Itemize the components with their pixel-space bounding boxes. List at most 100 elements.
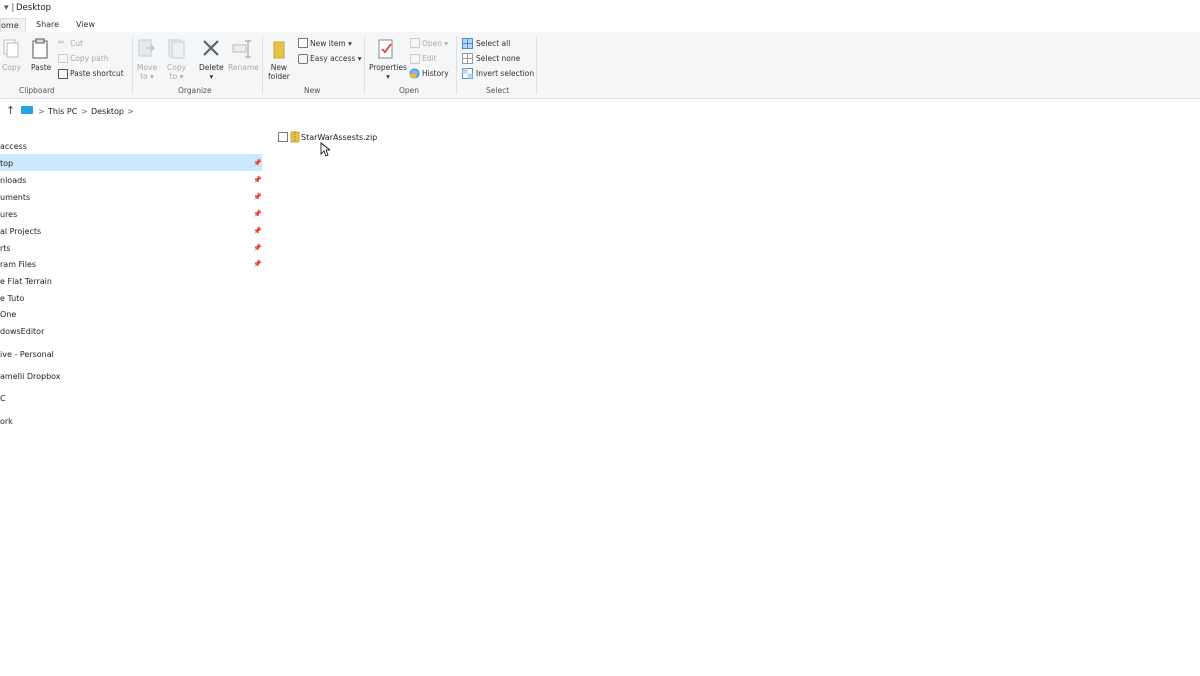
edit-icon bbox=[410, 54, 420, 64]
delete-button[interactable]: Delete ▾ bbox=[199, 63, 224, 81]
open-icon bbox=[410, 38, 420, 48]
select-all-icon bbox=[462, 38, 473, 49]
edit-button[interactable]: Edit bbox=[422, 54, 437, 63]
copy-to-icon bbox=[168, 39, 185, 59]
invert-selection-button[interactable]: Invert selection bbox=[476, 69, 534, 78]
nav-item-one[interactable]: One bbox=[0, 310, 16, 319]
up-arrow-icon[interactable]: ↑ bbox=[6, 104, 15, 117]
copy-path-button[interactable]: Copy path bbox=[70, 54, 108, 63]
group-label-select: Select bbox=[486, 86, 510, 95]
zip-folder-icon bbox=[290, 131, 300, 143]
paste-shortcut-button[interactable]: Paste shortcut bbox=[70, 69, 124, 78]
pin-icon[interactable]: 📌 bbox=[253, 227, 262, 235]
pin-icon[interactable]: 📌 bbox=[253, 260, 262, 268]
tab-home[interactable]: ome bbox=[0, 18, 26, 32]
easy-access-icon bbox=[298, 54, 308, 64]
nav-item-documents[interactable]: uments bbox=[0, 193, 30, 202]
open-label: Open bbox=[422, 39, 443, 48]
copy-to-label-2: to bbox=[169, 72, 178, 81]
this-pc-icon bbox=[21, 106, 33, 114]
rename-button[interactable]: Rename bbox=[228, 63, 259, 72]
title-bar: ▾ | Desktop bbox=[0, 0, 1200, 16]
select-none-button[interactable]: Select none bbox=[476, 54, 520, 63]
nav-item-flat-terrain[interactable]: e Flat Terrain bbox=[0, 277, 52, 286]
breadcrumb-desktop[interactable]: Desktop bbox=[91, 107, 124, 116]
nav-item-pictures[interactable]: ures bbox=[0, 210, 17, 219]
cut-icon: ✂ bbox=[58, 38, 65, 47]
nav-item-network[interactable]: ork bbox=[0, 417, 13, 426]
properties-button[interactable]: Properties ▾ bbox=[369, 63, 407, 81]
group-divider bbox=[536, 36, 537, 94]
breadcrumb-this-pc[interactable]: This PC bbox=[48, 107, 77, 116]
delete-icon bbox=[203, 40, 219, 56]
pin-icon[interactable]: 📌 bbox=[253, 159, 262, 167]
new-item-label: New item bbox=[310, 39, 346, 48]
nav-item-program-files[interactable]: ram Files bbox=[0, 260, 36, 269]
group-label-clipboard: Clipboard bbox=[19, 86, 55, 95]
copy-path-icon bbox=[58, 54, 68, 63]
invert-selection-icon bbox=[462, 68, 473, 79]
pin-icon[interactable]: 📌 bbox=[253, 244, 262, 252]
window-title: Desktop bbox=[16, 3, 52, 13]
nav-item-this-pc[interactable]: C bbox=[0, 394, 6, 403]
paste-shortcut-icon bbox=[58, 69, 68, 79]
paste-button[interactable]: Paste bbox=[31, 63, 51, 72]
group-divider bbox=[132, 36, 133, 94]
copy-to-button[interactable]: Copy to ▾ bbox=[167, 63, 186, 81]
tab-view[interactable]: View bbox=[76, 18, 95, 31]
nav-item-windows-editor[interactable]: dowsEditor bbox=[0, 327, 44, 336]
breadcrumb-chevron[interactable]: > bbox=[127, 107, 134, 116]
new-item-button[interactable]: New item ▾ bbox=[310, 39, 352, 48]
breadcrumb-chevron[interactable]: > bbox=[81, 107, 88, 116]
history-button[interactable]: History bbox=[422, 69, 449, 78]
copy-icon bbox=[3, 39, 19, 58]
pin-icon[interactable]: 📌 bbox=[253, 176, 262, 184]
new-folder-button[interactable]: New folder bbox=[268, 63, 290, 81]
easy-access-button[interactable]: Easy access ▾ bbox=[310, 54, 362, 63]
nav-item-projects[interactable]: al Projects bbox=[0, 227, 41, 236]
pin-icon[interactable]: 📌 bbox=[253, 210, 262, 218]
properties-label: Properties bbox=[369, 63, 407, 72]
copy-button[interactable]: Copy bbox=[2, 63, 21, 72]
select-all-button[interactable]: Select all bbox=[476, 39, 510, 48]
move-to-button[interactable]: Move to ▾ bbox=[137, 63, 157, 81]
delete-label: Delete bbox=[199, 63, 224, 72]
nav-item-quick-access[interactable]: access bbox=[0, 142, 27, 151]
nav-item-desktop[interactable]: top bbox=[0, 159, 13, 168]
group-label-open: Open bbox=[399, 86, 420, 95]
ribbon-tabs: ome Share View bbox=[0, 16, 1200, 32]
nav-selection-highlight bbox=[0, 154, 262, 171]
group-divider bbox=[456, 36, 457, 94]
paste-icon bbox=[32, 38, 48, 59]
nav-item-rts[interactable]: rts bbox=[0, 244, 11, 253]
history-icon bbox=[409, 68, 420, 79]
new-folder-icon bbox=[273, 41, 285, 59]
breadcrumb-chevron[interactable]: > bbox=[38, 107, 45, 116]
quick-access-chevron-icon[interactable]: ▾ | bbox=[4, 3, 14, 13]
nav-item-downloads[interactable]: nloads bbox=[0, 176, 26, 185]
new-folder-label: New bbox=[270, 63, 288, 72]
move-to-label-2: to bbox=[140, 72, 148, 81]
group-divider bbox=[262, 36, 263, 94]
move-to-icon bbox=[138, 39, 156, 57]
mouse-cursor-icon bbox=[320, 142, 330, 157]
nav-item-onedrive-personal[interactable]: ive - Personal bbox=[0, 350, 54, 359]
file-checkbox[interactable] bbox=[278, 132, 288, 142]
new-item-icon bbox=[298, 38, 308, 48]
easy-access-label: Easy access bbox=[310, 54, 356, 63]
select-none-icon bbox=[462, 53, 473, 64]
properties-icon bbox=[378, 39, 393, 59]
tab-share[interactable]: Share bbox=[36, 18, 59, 31]
copy-to-label: Copy bbox=[167, 63, 187, 72]
file-name[interactable]: StarWarAssests.zip bbox=[301, 133, 377, 142]
new-folder-label-2: folder bbox=[268, 72, 290, 81]
address-bar bbox=[0, 100, 1200, 122]
group-divider bbox=[364, 36, 365, 94]
nav-item-dropbox[interactable]: amelli Dropbox bbox=[0, 372, 61, 381]
group-label-new: New bbox=[304, 86, 321, 95]
pin-icon[interactable]: 📌 bbox=[253, 193, 262, 201]
cut-button[interactable]: Cut bbox=[70, 39, 83, 48]
open-button[interactable]: Open ▾ bbox=[422, 39, 448, 48]
group-label-organize: Organize bbox=[178, 86, 212, 95]
nav-item-tuto[interactable]: e Tuto bbox=[0, 294, 24, 303]
